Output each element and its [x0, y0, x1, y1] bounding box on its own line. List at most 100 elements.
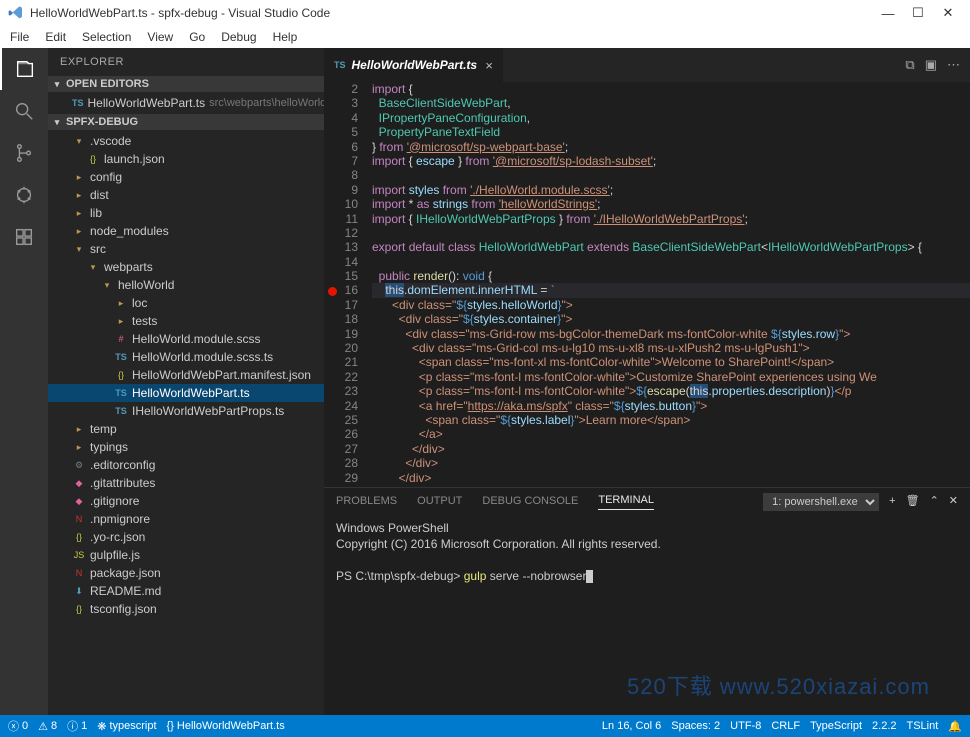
panel-tab-output[interactable]: OUTPUT: [417, 495, 462, 510]
folder-open-icon: ▾: [100, 278, 114, 292]
activity-extensions[interactable]: [0, 216, 48, 258]
tree-item[interactable]: TSHelloWorldWebPart.ts: [48, 384, 324, 402]
bottom-panel: PROBLEMS OUTPUT DEBUG CONSOLE TERMINAL 1: po…: [324, 487, 970, 715]
file-tree: ▾.vscode{}launch.json▸config▸dist▸lib▸no…: [48, 130, 324, 620]
open-editors-header[interactable]: ▾OPEN EDITORS: [48, 76, 324, 92]
new-terminal-icon[interactable]: +: [889, 495, 895, 510]
menu-view[interactable]: View: [139, 27, 181, 47]
tree-item[interactable]: ▸dist: [48, 186, 324, 204]
menu-edit[interactable]: Edit: [37, 27, 74, 47]
tree-item[interactable]: ▸node_modules: [48, 222, 324, 240]
tree-item[interactable]: ▸config: [48, 168, 324, 186]
js-icon: JS: [72, 548, 86, 562]
editor-gutter[interactable]: 2345678910111213141516171819202122232425…: [324, 82, 372, 487]
tree-item[interactable]: ▸loc: [48, 294, 324, 312]
tree-item[interactable]: ▾webparts: [48, 258, 324, 276]
split-editor-icon[interactable]: ⧉: [905, 57, 914, 73]
sb-spaces[interactable]: Spaces: 2: [671, 720, 720, 732]
sb-eol[interactable]: CRLF: [771, 720, 800, 732]
tree-item[interactable]: TSIHelloWorldWebPartProps.ts: [48, 402, 324, 420]
maximize-button[interactable]: ☐: [904, 3, 932, 23]
maximize-panel-icon[interactable]: ⌃: [930, 494, 939, 510]
activity-scm[interactable]: [0, 132, 48, 174]
tree-item[interactable]: ◆.gitignore: [48, 492, 324, 510]
menu-help[interactable]: Help: [265, 27, 306, 47]
activity-debug[interactable]: [0, 174, 48, 216]
sb-warnings[interactable]: ⚠ 8: [38, 720, 57, 733]
sb-encoding[interactable]: UTF-8: [730, 720, 761, 732]
tree-item[interactable]: ⬇README.md: [48, 582, 324, 600]
json-icon: {}: [86, 152, 100, 166]
tree-item[interactable]: ⚙.editorconfig: [48, 456, 324, 474]
npm-icon: N: [72, 512, 86, 526]
ts-icon: TS: [334, 60, 346, 70]
activity-search[interactable]: [0, 90, 48, 132]
tree-item[interactable]: ▸typings: [48, 438, 324, 456]
sb-infos[interactable]: ⓘ 1: [67, 718, 87, 734]
close-icon[interactable]: ×: [485, 58, 493, 73]
editor-code[interactable]: import { BaseClientSideWebPart, IPropert…: [372, 82, 970, 487]
more-actions-icon[interactable]: ⋯: [947, 57, 960, 73]
panel-tab-terminal[interactable]: TERMINAL: [598, 494, 654, 510]
sb-breadcrumb[interactable]: {} HelloWorldWebPart.ts: [167, 720, 285, 732]
ts-icon: TS: [114, 350, 128, 364]
sb-ln-col[interactable]: Ln 16, Col 6: [602, 720, 661, 732]
tree-item[interactable]: {}HelloWorldWebPart.manifest.json: [48, 366, 324, 384]
tree-item[interactable]: #HelloWorld.module.scss: [48, 330, 324, 348]
tree-item[interactable]: N.npmignore: [48, 510, 324, 528]
sb-language[interactable]: TypeScript: [810, 720, 862, 732]
panel-tab-debug-console[interactable]: DEBUG CONSOLE: [482, 495, 578, 510]
sb-tslint[interactable]: TSLint: [907, 720, 939, 732]
sb-lang-shield[interactable]: ❋ typescript: [97, 720, 156, 733]
window-title: HelloWorldWebPart.ts - spfx-debug - Visu…: [30, 6, 330, 20]
tree-item[interactable]: ◆.gitattributes: [48, 474, 324, 492]
tree-item[interactable]: TSHelloWorld.module.scss.ts: [48, 348, 324, 366]
folder-icon: ▸: [72, 188, 86, 202]
folder-icon: ▸: [72, 422, 86, 436]
ts-icon: TS: [72, 96, 84, 110]
folder-icon: ▸: [114, 314, 128, 328]
menu-debug[interactable]: Debug: [213, 27, 264, 47]
tree-item[interactable]: ▾.vscode: [48, 132, 324, 150]
terminal-body[interactable]: Windows PowerShell Copyright (C) 2016 Mi…: [324, 516, 970, 715]
folder-open-icon: ▾: [72, 242, 86, 256]
tab-helloworldwebpart[interactable]: TS HelloWorldWebPart.ts ×: [324, 48, 504, 82]
menu-file[interactable]: File: [2, 27, 37, 47]
sb-version[interactable]: 2.2.2: [872, 720, 896, 732]
json-icon: {}: [114, 368, 128, 382]
tree-item[interactable]: {}.yo-rc.json: [48, 528, 324, 546]
activity-explorer[interactable]: [0, 48, 48, 90]
menu-selection[interactable]: Selection: [74, 27, 139, 47]
scss-icon: #: [114, 332, 128, 346]
folder-icon: ▸: [114, 296, 128, 310]
tree-item[interactable]: ▾src: [48, 240, 324, 258]
minimize-button[interactable]: —: [874, 3, 902, 23]
tree-item[interactable]: {}launch.json: [48, 150, 324, 168]
cfg-icon: ⚙: [72, 458, 86, 472]
menubar: FileEditSelectionViewGoDebugHelp: [0, 26, 970, 48]
md-icon: ⬇: [72, 584, 86, 598]
sb-errors[interactable]: ⓧ 0: [8, 718, 28, 734]
sb-bell[interactable]: 🔔: [948, 720, 962, 733]
tree-item[interactable]: ▸temp: [48, 420, 324, 438]
open-editor-item[interactable]: TS HelloWorldWebPart.ts src\webparts\hel…: [48, 94, 324, 112]
menu-go[interactable]: Go: [181, 27, 213, 47]
project-header[interactable]: ▾SPFX-DEBUG: [48, 114, 324, 130]
terminal-dropdown[interactable]: 1: powershell.exe: [763, 493, 879, 511]
tree-item[interactable]: {}tsconfig.json: [48, 600, 324, 618]
kill-terminal-icon[interactable]: 🗑: [906, 494, 920, 510]
close-button[interactable]: ✕: [934, 3, 962, 23]
folder-open-icon: ▾: [86, 260, 100, 274]
tree-item[interactable]: Npackage.json: [48, 564, 324, 582]
tree-item[interactable]: JSgulpfile.js: [48, 546, 324, 564]
tree-item[interactable]: ▸tests: [48, 312, 324, 330]
close-panel-icon[interactable]: ✕: [949, 494, 958, 510]
breakpoint-icon[interactable]: [328, 287, 337, 296]
tree-item[interactable]: ▾helloWorld: [48, 276, 324, 294]
window-titlebar: HelloWorldWebPart.ts - spfx-debug - Visu…: [0, 0, 970, 26]
panel-tab-problems[interactable]: PROBLEMS: [336, 495, 397, 510]
tree-item[interactable]: ▸lib: [48, 204, 324, 222]
editor-layout-icon[interactable]: ▣: [925, 57, 937, 73]
folder-icon: ▸: [72, 224, 86, 238]
sidebar-header: EXPLORER: [48, 48, 324, 76]
